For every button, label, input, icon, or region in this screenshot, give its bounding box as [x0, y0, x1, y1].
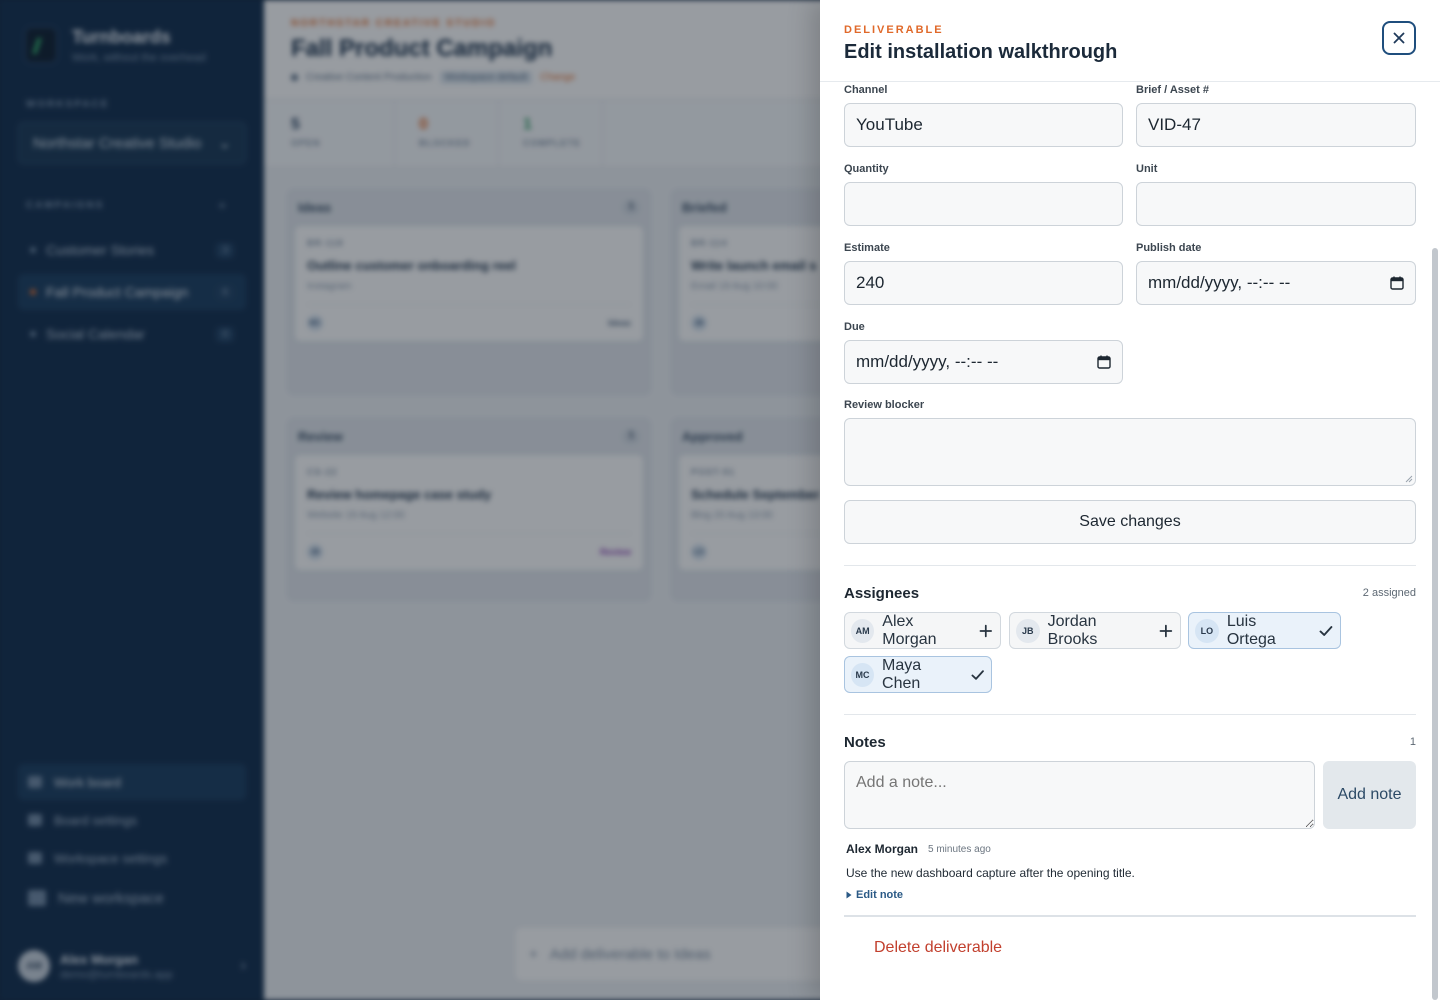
drawer-eyebrow: DELIVERABLE	[844, 24, 944, 36]
check-icon	[1319, 625, 1333, 636]
assignee-name: Jordan Brooks	[1047, 612, 1098, 648]
channel-label: Channel	[844, 84, 888, 96]
assignee-name: Maya Chen	[882, 656, 922, 692]
avatar: AM	[851, 618, 875, 643]
publish-date-value: mm/dd/yyyy, --:-- --	[1148, 273, 1291, 292]
assignee-chip-luis-ortega[interactable]: LO Luis Ortega	[1188, 612, 1341, 649]
estimate-label: Estimate	[844, 242, 890, 254]
divider	[844, 714, 1416, 715]
due-value: mm/dd/yyyy, --:-- --	[856, 352, 999, 371]
add-note-button[interactable]: Add note	[1323, 761, 1416, 829]
review-blocker-textarea[interactable]	[844, 418, 1416, 486]
resize-grip-icon[interactable]	[1405, 475, 1413, 483]
save-changes-button[interactable]: Save changes	[844, 500, 1416, 544]
edit-deliverable-drawer: DELIVERABLE Edit installation walkthroug…	[820, 0, 1440, 1000]
channel-input[interactable]: YouTube	[844, 103, 1123, 147]
note-input[interactable]	[844, 761, 1315, 829]
quantity-label: Quantity	[844, 163, 889, 175]
note-timestamp: 5 minutes ago	[928, 844, 991, 855]
drawer-header: DELIVERABLE Edit installation walkthroug…	[820, 0, 1440, 82]
assignee-chip-jordan-brooks[interactable]: JB Jordan Brooks	[1009, 612, 1181, 649]
assignee-name: Alex Morgan	[882, 612, 937, 648]
quantity-input[interactable]	[844, 182, 1123, 226]
avatar: JB	[1016, 618, 1040, 643]
scrollbar[interactable]	[1432, 248, 1438, 1000]
unit-label: Unit	[1136, 163, 1158, 175]
divider	[844, 565, 1416, 566]
due-label: Due	[844, 321, 865, 333]
plus-icon	[980, 624, 993, 637]
due-input[interactable]: mm/dd/yyyy, --:-- --	[844, 340, 1123, 384]
drawer-title: Edit installation walkthrough	[844, 41, 1118, 63]
notes-title: Notes	[844, 734, 886, 751]
publish-date-input[interactable]: mm/dd/yyyy, --:-- --	[1136, 261, 1416, 305]
calendar-icon[interactable]	[1390, 276, 1404, 290]
edit-note-toggle[interactable]: Edit note	[846, 889, 903, 901]
avatar: MC	[851, 662, 875, 687]
note-author: Alex Morgan	[846, 842, 919, 856]
brief-input[interactable]: VID-47	[1136, 103, 1416, 147]
assignees-title: Assignees	[844, 585, 920, 602]
divider	[844, 915, 1416, 917]
calendar-icon[interactable]	[1097, 355, 1111, 369]
delete-deliverable-button[interactable]: Delete deliverable	[874, 939, 1002, 957]
note-body: Use the new dashboard capture after the …	[846, 866, 1135, 880]
notes-count: 1	[1409, 736, 1416, 748]
publish-date-label: Publish date	[1136, 242, 1202, 254]
assignee-chip-maya-chen[interactable]: MC Maya Chen	[844, 656, 992, 693]
unit-input[interactable]	[1136, 182, 1416, 226]
assignee-chip-alex-morgan[interactable]: AM Alex Morgan	[844, 612, 1001, 649]
brief-label: Brief / Asset #	[1136, 84, 1209, 96]
check-icon	[971, 669, 984, 680]
assignee-name: Luis Ortega	[1226, 612, 1276, 648]
avatar: LO	[1195, 618, 1219, 643]
close-icon	[1393, 32, 1405, 44]
caret-right-icon	[846, 891, 852, 899]
assignees-count: 2 assigned	[1362, 587, 1416, 599]
plus-icon	[1159, 624, 1173, 637]
review-blocker-label: Review blocker	[844, 399, 925, 411]
edit-note-label: Edit note	[856, 889, 904, 901]
estimate-input[interactable]: 240	[844, 261, 1123, 305]
close-button[interactable]	[1382, 21, 1416, 55]
